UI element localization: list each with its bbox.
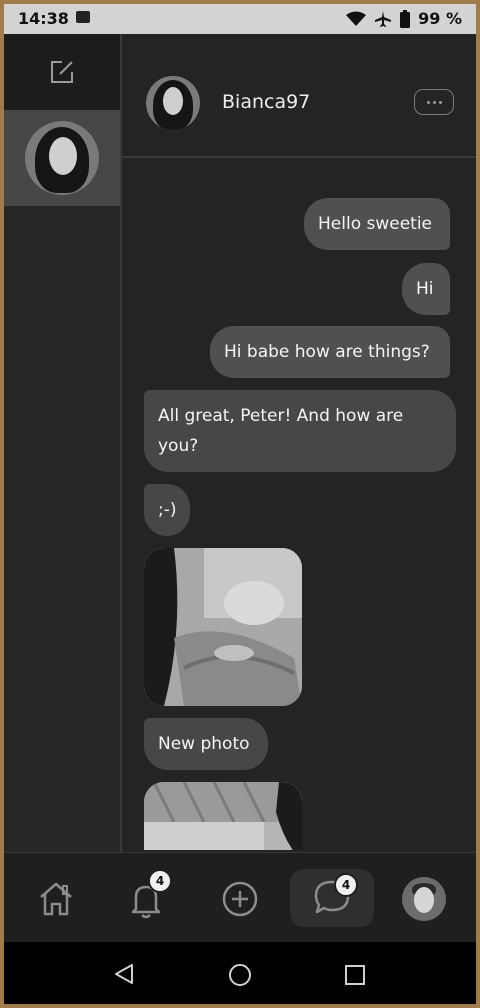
recents-icon[interactable]	[344, 964, 366, 986]
home-icon	[40, 882, 72, 916]
back-icon[interactable]	[112, 962, 136, 986]
avatar[interactable]	[146, 76, 200, 130]
nav-notifications[interactable]: 4	[118, 869, 174, 927]
avatar	[402, 877, 446, 921]
avatar	[25, 121, 99, 195]
message-bubble-in: New photo	[144, 718, 268, 770]
message-bubble-in: ;-)	[144, 484, 190, 536]
photo-message[interactable]	[144, 548, 302, 706]
message-bubble-out: Hi babe how are things?	[210, 326, 450, 378]
battery-percent: 99 %	[418, 9, 462, 28]
message-list[interactable]: Hello sweetie Hi Hi babe how are things?…	[122, 158, 476, 850]
chat-header: Bianca97	[122, 34, 476, 158]
airplane-icon	[375, 10, 392, 27]
status-right: 99 %	[346, 9, 462, 28]
notification-badge: 4	[148, 869, 172, 893]
nav-messages[interactable]: 4	[290, 869, 374, 927]
contact-name[interactable]: Bianca97	[222, 91, 310, 113]
screen: 14:38 99 % Bianca97 Hello sweetie Hi Hi …	[4, 4, 476, 1004]
conversation-sidebar	[4, 34, 122, 852]
compose-icon	[51, 61, 73, 83]
message-bubble-in: All great, Peter! And how are you?	[144, 390, 456, 472]
photo-image	[144, 548, 302, 706]
photo-image	[144, 782, 302, 850]
nav-profile[interactable]	[396, 871, 452, 927]
message-bubble-out: Hi	[402, 263, 450, 315]
compose-button[interactable]	[4, 34, 120, 111]
nav-home[interactable]	[28, 871, 84, 927]
nav-create[interactable]	[212, 871, 268, 927]
status-time: 14:38	[18, 9, 69, 28]
photo-message[interactable]	[144, 782, 302, 850]
home-circle-icon[interactable]	[227, 962, 253, 988]
message-badge: 4	[334, 873, 358, 897]
more-icon[interactable]	[414, 89, 454, 115]
status-bar: 14:38 99 %	[4, 4, 476, 34]
message-bubble-out: Hello sweetie	[304, 198, 450, 250]
conversation-item-bianca97[interactable]	[4, 110, 120, 206]
bottom-nav: 4 4	[4, 852, 476, 943]
battery-icon	[400, 9, 411, 28]
system-navigation-bar	[4, 942, 476, 1004]
wifi-icon	[346, 11, 367, 26]
plus-circle-icon	[222, 881, 258, 917]
image-icon	[76, 11, 90, 23]
